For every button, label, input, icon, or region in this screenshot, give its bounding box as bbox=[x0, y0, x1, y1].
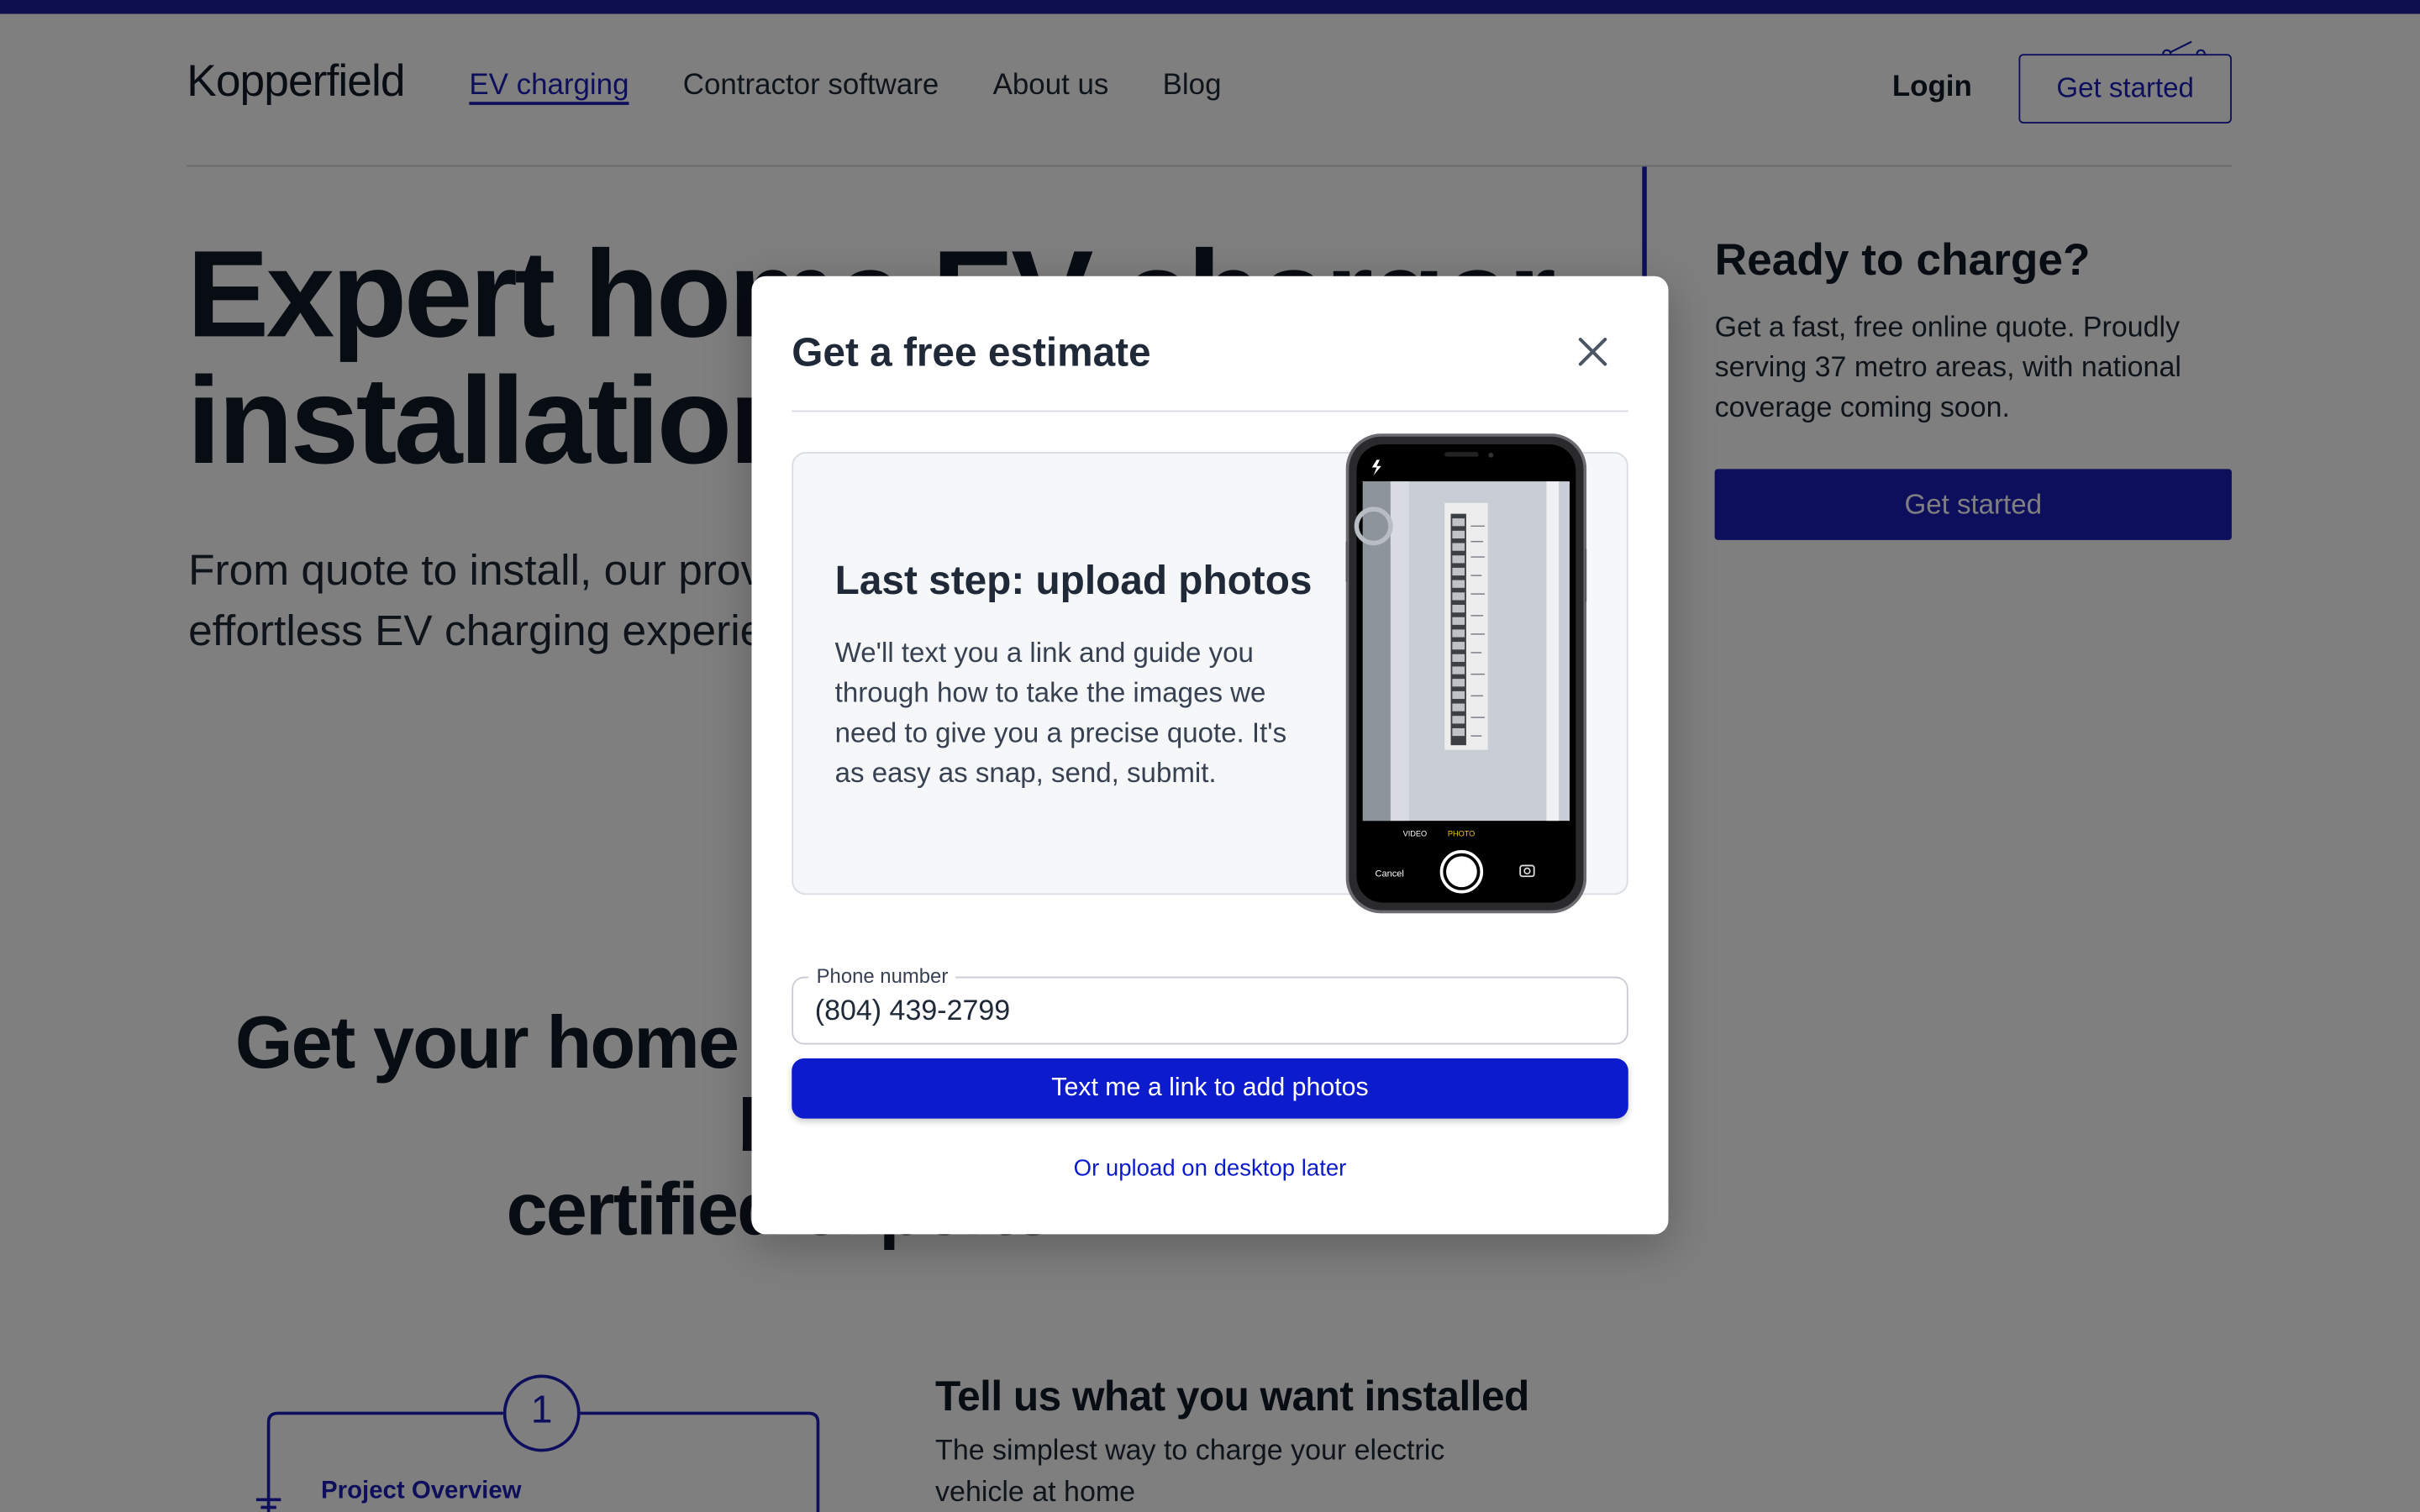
estimate-modal: Get a free estimate Last step: upload ph… bbox=[751, 276, 1669, 1235]
phone-number-field[interactable]: Phone number bbox=[792, 963, 1628, 1045]
page: Kopperfield EV charging Contractor softw… bbox=[0, 0, 2420, 1512]
close-icon bbox=[1578, 338, 1607, 366]
modal-title: Get a free estimate bbox=[792, 328, 1151, 375]
text-link-button[interactable]: Text me a link to add photos bbox=[792, 1058, 1628, 1119]
phone-camera-illustration: VIDEO PHOTO Cancel bbox=[1345, 433, 1587, 914]
phone-photo-label: PHOTO bbox=[1448, 830, 1475, 838]
phone-cancel-label: Cancel bbox=[1376, 869, 1404, 879]
phone-video-label: VIDEO bbox=[1403, 830, 1428, 838]
close-button[interactable] bbox=[1566, 326, 1618, 378]
modal-divider bbox=[792, 410, 1628, 412]
card-text: We'll text you a link and guide you thro… bbox=[834, 637, 1287, 789]
phone-number-input[interactable] bbox=[814, 993, 1587, 1028]
card-title: Last step: upload photos bbox=[834, 557, 1313, 604]
phone-number-label: Phone number bbox=[808, 963, 956, 988]
upload-later-link[interactable]: Or upload on desktop later bbox=[751, 1156, 1668, 1182]
